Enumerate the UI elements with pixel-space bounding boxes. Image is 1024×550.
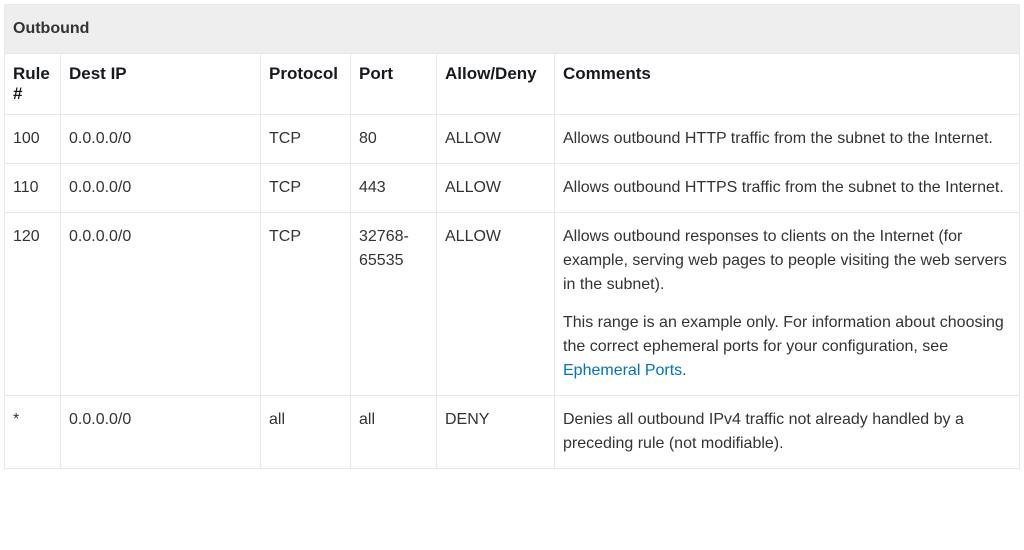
- comment-paragraph: Denies all outbound IPv4 traffic not alr…: [563, 408, 1011, 456]
- cell-rule: 120: [5, 213, 61, 396]
- comment-paragraph: Allows outbound responses to clients on …: [563, 225, 1011, 297]
- header-rule: Rule #: [5, 54, 61, 115]
- cell-port: 32768-65535: [351, 213, 437, 396]
- cell-proto: all: [261, 396, 351, 469]
- cell-proto: TCP: [261, 164, 351, 213]
- comment-paragraph: Allows outbound HTTP traffic from the su…: [563, 127, 1011, 151]
- cell-allow: DENY: [437, 396, 555, 469]
- cell-rule: 100: [5, 115, 61, 164]
- section-header-row: Outbound: [5, 5, 1020, 54]
- cell-proto: TCP: [261, 213, 351, 396]
- cell-dest: 0.0.0.0/0: [61, 164, 261, 213]
- comment-text: This range is an example only. For infor…: [563, 314, 1004, 355]
- comment-paragraph: This range is an example only. For infor…: [563, 311, 1011, 383]
- comment-paragraph: Allows outbound HTTPS traffic from the s…: [563, 176, 1011, 200]
- outbound-rules-table: Outbound Rule # Dest IP Protocol Port Al…: [4, 4, 1020, 469]
- table-row: 1100.0.0.0/0TCP443ALLOW Allows outbound H…: [5, 164, 1020, 213]
- header-dest: Dest IP: [61, 54, 261, 115]
- ephemeral-ports-link[interactable]: Ephemeral Ports: [563, 362, 682, 379]
- cell-dest: 0.0.0.0/0: [61, 213, 261, 396]
- header-allow: Allow/Deny: [437, 54, 555, 115]
- cell-comments: Allows outbound HTTPS traffic from the s…: [555, 164, 1020, 213]
- cell-proto: TCP: [261, 115, 351, 164]
- cell-allow: ALLOW: [437, 213, 555, 396]
- comment-text: Denies all outbound IPv4 traffic not alr…: [563, 411, 964, 452]
- cell-port: 443: [351, 164, 437, 213]
- section-title: Outbound: [5, 5, 1020, 54]
- table-row: 1000.0.0.0/0TCP80ALLOW Allows outbound HT…: [5, 115, 1020, 164]
- header-proto: Protocol: [261, 54, 351, 115]
- cell-port: 80: [351, 115, 437, 164]
- cell-dest: 0.0.0.0/0: [61, 115, 261, 164]
- cell-comments: Allows outbound HTTP traffic from the su…: [555, 115, 1020, 164]
- cell-allow: ALLOW: [437, 164, 555, 213]
- comment-text-after: .: [682, 362, 686, 379]
- cell-rule: *: [5, 396, 61, 469]
- comment-text: Allows outbound responses to clients on …: [563, 228, 1007, 293]
- comment-text: Allows outbound HTTP traffic from the su…: [563, 130, 993, 147]
- cell-dest: 0.0.0.0/0: [61, 396, 261, 469]
- cell-port: all: [351, 396, 437, 469]
- table-row: *0.0.0.0/0allallDENYDenies all outbound …: [5, 396, 1020, 469]
- cell-allow: ALLOW: [437, 115, 555, 164]
- cell-comments: Allows outbound responses to clients on …: [555, 213, 1020, 396]
- table-row: 1200.0.0.0/0TCP32768-65535ALLOWAllows ou…: [5, 213, 1020, 396]
- cell-comments: Denies all outbound IPv4 traffic not alr…: [555, 396, 1020, 469]
- header-port: Port: [351, 54, 437, 115]
- column-header-row: Rule # Dest IP Protocol Port Allow/Deny …: [5, 54, 1020, 115]
- header-comments: Comments: [555, 54, 1020, 115]
- comment-text: Allows outbound HTTPS traffic from the s…: [563, 179, 1004, 196]
- cell-rule: 110: [5, 164, 61, 213]
